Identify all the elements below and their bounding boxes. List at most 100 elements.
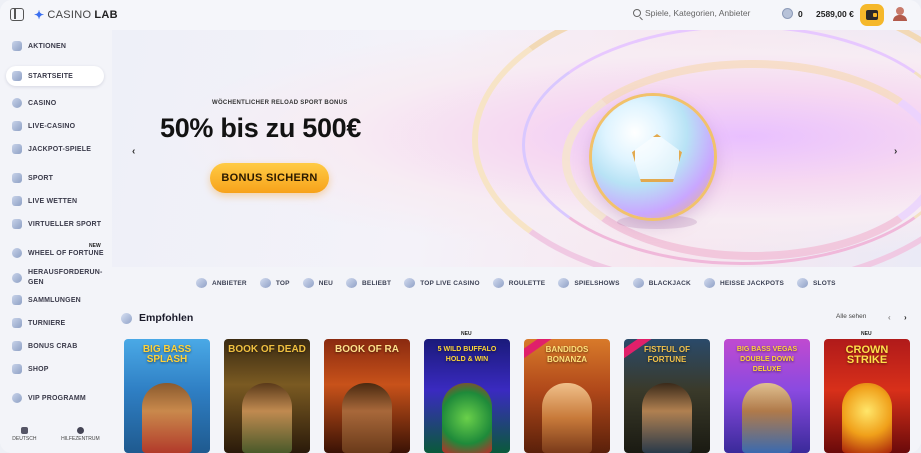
hero-subtitle: WÖCHENTLICHER RELOAD SPORT BONUS	[212, 100, 348, 106]
game-card[interactable]: BANDIDOS BONANZA	[524, 339, 610, 453]
category-label: NEU	[318, 279, 334, 287]
logo-star-icon: ✦	[34, 8, 45, 22]
game-character	[142, 383, 192, 453]
category-neu[interactable]: NEU	[302, 278, 334, 288]
sidebar-item-jackpot[interactable]: JACKPOT-SPIELE	[6, 139, 104, 159]
help-center-label: HILFEZENTRUM	[61, 436, 100, 442]
bonus-claim-button[interactable]: BONUS SICHERN	[210, 163, 329, 193]
category-label: BELIEBT	[362, 279, 392, 287]
game-title: CROWN STRIKE	[845, 344, 889, 366]
sidebar-item-label: VIP PROGRAMM	[28, 394, 86, 402]
avatar-head	[896, 7, 904, 15]
sidebar-footer: DEUTSCH HILFEZENTRUM	[0, 427, 112, 453]
sidebar-item-wheel-of-fortune[interactable]: WHEEL OF FORTUNE	[6, 243, 104, 263]
slots-icon	[796, 278, 808, 288]
game-card[interactable]: BOOK OF DEAD	[224, 339, 310, 453]
category-label: ROULETTE	[508, 279, 546, 287]
game-card[interactable]: BIG BASS SPLASH	[124, 339, 210, 453]
game-card[interactable]: BOOK OF RA	[324, 339, 410, 453]
category-top[interactable]: TOP	[259, 278, 290, 288]
sidebar-item-live-wetten[interactable]: LIVE WETTEN	[6, 191, 104, 211]
category-label: TOP	[275, 279, 290, 287]
sidebar-item-label: SHOP	[28, 365, 49, 373]
category-anbieter[interactable]: ANBIETER	[196, 278, 247, 288]
app-window: ✦ CASINO LAB Spiele, Kategorien, Anbieter…	[0, 0, 921, 453]
help-center-button[interactable]: HILFEZENTRUM	[61, 427, 100, 453]
sidebar-item-label: SPORT	[28, 174, 54, 182]
game-title: FISTFUL OF FORTUNE	[643, 345, 691, 364]
football-illustration	[592, 96, 714, 218]
avatar-body	[893, 15, 907, 21]
logo[interactable]: ✦ CASINO LAB	[34, 8, 118, 22]
carousel-prev-icon[interactable]: ‹	[888, 313, 891, 322]
sidebar-item-sammlungen[interactable]: SAMMLUNGEN	[6, 290, 104, 310]
cards-icon	[632, 278, 644, 288]
sidebar-item-bonus-crab[interactable]: BONUS CRAB	[6, 336, 104, 356]
chips-value: 0	[798, 8, 803, 19]
game-title: 5 WILD BUFFALO HOLD & WIN	[437, 346, 497, 363]
game-title: BIG BASS VEGAS DOUBLE DOWN DELUXE	[736, 346, 798, 373]
section-title: Empfohlen	[139, 312, 194, 324]
wallet-button[interactable]	[860, 4, 884, 26]
sidebar-item-label-line1: HERAUSFORDERUN-	[28, 269, 103, 276]
game-character	[842, 383, 892, 453]
category-top-live-casino[interactable]: TOP LIVE CASINO	[404, 278, 480, 288]
hero-next-arrow-icon[interactable]: ›	[894, 146, 897, 157]
new-badge: NEU	[861, 331, 872, 337]
carousel-next-icon[interactable]: ›	[904, 313, 907, 322]
sidebar-item-aktionen[interactable]: AKTIONEN	[6, 36, 104, 56]
flag-icon	[20, 427, 28, 434]
challenge-icon	[12, 273, 22, 283]
sidebar-toggle-icon[interactable]	[10, 8, 24, 21]
chips-counter[interactable]: 0	[782, 8, 803, 19]
crab-icon	[12, 341, 22, 351]
game-card[interactable]: 5 WILD BUFFALO HOLD & WIN	[424, 339, 510, 453]
search-placeholder: Spiele, Kategorien, Anbieter	[645, 8, 751, 18]
hero-banner[interactable]: WÖCHENTLICHER RELOAD SPORT BONUS 50% bis…	[112, 30, 921, 267]
home-icon	[12, 71, 22, 81]
sidebar-item-herausforderungen[interactable]: HERAUSFORDERUN- GEN	[6, 266, 104, 290]
sidebar-item-startseite[interactable]: STARTSEITE	[6, 66, 104, 86]
collections-icon	[12, 295, 22, 305]
avatar[interactable]	[893, 7, 907, 21]
category-spielshows[interactable]: SPIELSHOWS	[558, 278, 619, 288]
category-heisse-jackpots[interactable]: HEISSE JACKPOTS	[703, 278, 784, 288]
help-icon	[76, 427, 84, 434]
search-icon	[633, 9, 641, 17]
sidebar-item-shop[interactable]: SHOP	[6, 359, 104, 379]
casino-chip-icon	[12, 98, 22, 108]
game-title: BANDIDOS BONANZA	[545, 345, 589, 364]
category-blackjack[interactable]: BLACKJACK	[632, 278, 691, 288]
see-all-link[interactable]: Alle sehen	[836, 313, 866, 320]
star-icon	[346, 278, 358, 288]
search-input[interactable]: Spiele, Kategorien, Anbieter	[633, 8, 750, 18]
sidebar-item-label: BONUS CRAB	[28, 342, 78, 350]
roulette-icon	[492, 278, 504, 288]
category-label: HEISSE JACKPOTS	[719, 279, 784, 287]
sidebar-item-sport[interactable]: SPORT	[6, 168, 104, 188]
game-character	[742, 383, 792, 453]
sidebar-item-virtueller-sport[interactable]: VIRTUELLER SPORT	[6, 214, 104, 234]
game-character	[642, 383, 692, 453]
sidebar-item-label: WHEEL OF FORTUNE	[28, 249, 104, 257]
sidebar-item-turniere[interactable]: TURNIERE	[6, 313, 104, 333]
game-card[interactable]: CROWN STRIKE	[824, 339, 910, 453]
game-card[interactable]: BIG BASS VEGAS DOUBLE DOWN DELUXE	[724, 339, 810, 453]
category-beliebt[interactable]: BELIEBT	[346, 278, 391, 288]
sidebar-item-label: HERAUSFORDERUN- GEN	[28, 268, 103, 288]
category-slots[interactable]: SLOTS	[796, 278, 836, 288]
language-button[interactable]: DEUTSCH	[12, 427, 36, 453]
sidebar-item-casino[interactable]: CASINO	[6, 93, 104, 113]
game-character	[342, 383, 392, 453]
sidebar-item-vip[interactable]: VIP PROGRAMM	[6, 388, 104, 408]
sidebar-item-label: STARTSEITE	[28, 72, 74, 80]
sidebar-item-label: JACKPOT-SPIELE	[28, 145, 92, 153]
category-label: BLACKJACK	[648, 279, 691, 287]
category-roulette[interactable]: ROULETTE	[492, 278, 546, 288]
sidebar-item-live-casino[interactable]: LIVE-CASINO	[6, 116, 104, 136]
sidebar-item-label: LIVE-CASINO	[28, 122, 76, 130]
game-card[interactable]: FISTFUL OF FORTUNE	[624, 339, 710, 453]
sidebar-item-label: VIRTUELLER SPORT	[28, 220, 102, 228]
provider-icon	[196, 278, 207, 288]
hero-prev-arrow-icon[interactable]: ‹	[132, 146, 135, 157]
